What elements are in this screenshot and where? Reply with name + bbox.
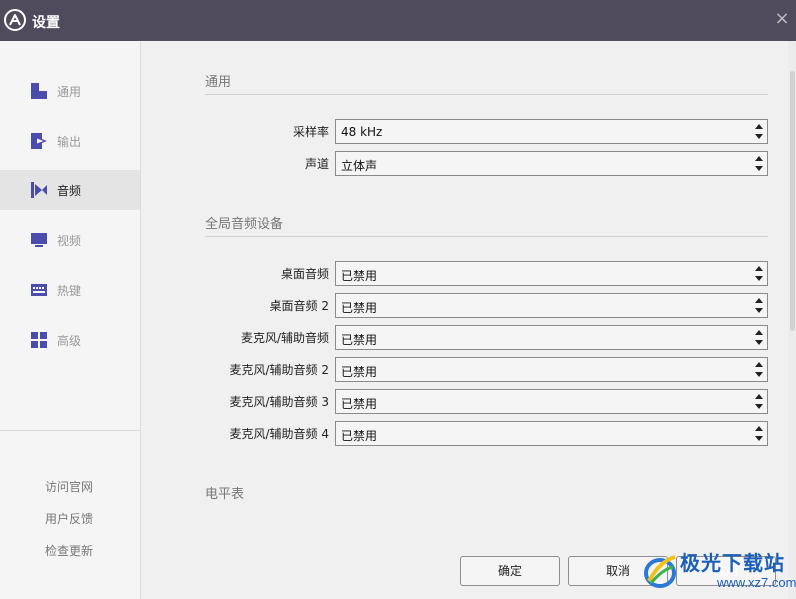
channel-label: 声道 (304, 157, 329, 171)
mic-aux-audio-label: 麦克风/辅助音频 (240, 331, 329, 345)
check-update-link[interactable]: 检查更新 (45, 542, 93, 559)
user-feedback-link[interactable]: 用户反馈 (45, 510, 93, 527)
sidebar: 通用 输出 音频 视频 热键 高级 访问官网 用户反馈 检查更新 (0, 41, 141, 599)
section-title-meter: 电平表 (205, 487, 245, 502)
desktop-audio-select[interactable]: 已禁用 (335, 261, 768, 286)
settings-panel: 通用 采样率 48 kHz 声道 立体声 全局音频设备 桌面音频 已禁用 桌面音… (141, 41, 796, 599)
select-value: 已禁用 (341, 333, 378, 347)
section-title-general: 通用 (205, 75, 232, 90)
mic-aux-audio-3-select[interactable]: 已禁用 (335, 389, 768, 414)
channel-select[interactable]: 立体声 (335, 151, 768, 176)
output-icon (31, 133, 47, 149)
mic-aux-audio-select[interactable]: 已禁用 (335, 325, 768, 350)
scrollbar-thumb[interactable] (790, 71, 795, 331)
close-icon[interactable]: × (774, 10, 790, 28)
section-divider (205, 236, 768, 237)
updown-arrow-icon (755, 362, 763, 377)
section-divider (205, 94, 768, 95)
sidebar-item-hotkeys[interactable]: 热键 (0, 270, 140, 310)
updown-arrow-icon (755, 124, 763, 139)
sidebar-item-output[interactable]: 输出 (0, 121, 140, 161)
ok-button[interactable]: 确定 (460, 556, 560, 586)
sample-rate-label: 采样率 (292, 125, 329, 139)
watermark: 极光下载站 www.xz7.com (643, 545, 796, 595)
keyboard-icon (31, 284, 47, 296)
select-value: 已禁用 (341, 397, 378, 411)
audio-icon (31, 182, 47, 198)
mic-aux-audio-3-label: 麦克风/辅助音频 3 (229, 395, 330, 409)
sidebar-divider (0, 430, 140, 431)
watermark-url: www.xz7.com (717, 575, 796, 590)
mic-aux-audio-4-select[interactable]: 已禁用 (335, 421, 768, 446)
visit-website-link[interactable]: 访问官网 (45, 478, 93, 495)
watermark-logo-icon (644, 555, 676, 588)
sidebar-item-label: 通用 (57, 85, 82, 99)
select-value: 已禁用 (341, 365, 378, 379)
select-value: 48 kHz (341, 125, 383, 139)
sidebar-item-label: 输出 (57, 135, 82, 149)
updown-arrow-icon (755, 156, 763, 171)
sidebar-item-label: 视频 (57, 234, 82, 248)
updown-arrow-icon (755, 426, 763, 441)
updown-arrow-icon (755, 394, 763, 409)
window-title: 设置 (32, 15, 60, 31)
select-value: 已禁用 (341, 269, 378, 283)
desktop-audio-2-label: 桌面音频 2 (269, 299, 329, 313)
sidebar-item-audio[interactable]: 音频 (0, 170, 140, 210)
updown-arrow-icon (755, 330, 763, 345)
advanced-icon (31, 332, 47, 348)
select-value: 已禁用 (341, 429, 378, 443)
general-icon (31, 83, 47, 99)
desktop-audio-label: 桌面音频 (280, 267, 329, 281)
sidebar-item-label: 高级 (57, 334, 82, 348)
sidebar-item-advanced[interactable]: 高级 (0, 320, 140, 360)
select-value: 立体声 (341, 159, 378, 173)
title-bar: 设置 × (0, 0, 796, 41)
mic-aux-audio-2-label: 麦克风/辅助音频 2 (229, 363, 330, 377)
desktop-audio-2-select[interactable]: 已禁用 (335, 293, 768, 318)
sample-rate-select[interactable]: 48 kHz (335, 119, 768, 144)
mic-aux-audio-4-label: 麦克风/辅助音频 4 (229, 427, 330, 441)
video-icon (31, 233, 47, 247)
sidebar-item-label: 热键 (57, 284, 82, 298)
section-title-global-audio: 全局音频设备 (205, 217, 284, 232)
app-logo-icon (4, 9, 26, 31)
select-value: 已禁用 (341, 301, 378, 315)
watermark-brand: 极光下载站 (680, 551, 785, 575)
vertical-scrollbar[interactable] (788, 41, 796, 599)
sidebar-item-label: 音频 (57, 184, 82, 198)
sidebar-item-general[interactable]: 通用 (0, 71, 140, 111)
updown-arrow-icon (755, 266, 763, 281)
sidebar-item-video[interactable]: 视频 (0, 220, 140, 260)
updown-arrow-icon (755, 298, 763, 313)
mic-aux-audio-2-select[interactable]: 已禁用 (335, 357, 768, 382)
